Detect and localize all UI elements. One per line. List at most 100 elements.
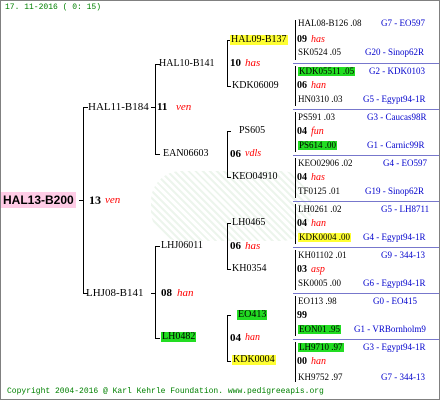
sd-breed: vdls: [245, 148, 262, 159]
ss-branch: [227, 40, 228, 86]
leaf-left[interactable]: KDK0004 .00: [298, 233, 351, 242]
pedigree-page: 17. 11-2016 ( 0: 15) HAL13-B200 13 ven H…: [0, 0, 440, 400]
leaf-right: G19 - Sinop62R: [365, 186, 425, 196]
leaf-right: G5 - LH8711: [381, 204, 430, 214]
sire-name[interactable]: HAL11-B184: [88, 102, 149, 113]
separator: [293, 155, 439, 156]
leaf-left[interactable]: EO113 .98: [298, 297, 337, 306]
leaf-right: G4 - EO597: [383, 158, 427, 168]
leaf-left[interactable]: PS614 .00: [298, 141, 338, 150]
dsd-gen: 03: [297, 264, 307, 275]
ddd-name[interactable]: KDK0004: [232, 355, 276, 365]
root-name[interactable]: HAL13-B200: [1, 192, 76, 208]
sss-gen: 09: [297, 34, 307, 45]
leaf-right: G7 - 344-13: [381, 372, 425, 382]
leaf-branch: [295, 66, 296, 106]
sire-gen: 11: [157, 101, 168, 113]
separator: [293, 339, 439, 340]
tick: [227, 177, 231, 178]
leaf-right: G3 - Caucas98R: [367, 112, 427, 122]
leaf-left[interactable]: LH9710 .97: [298, 343, 344, 352]
leaf-branch: [295, 112, 296, 152]
separator: [293, 293, 439, 294]
sdd-name[interactable]: KEO04910: [232, 172, 278, 182]
leaf-right: G5 - Egypt94-1R: [363, 94, 426, 104]
dam-breed: han: [177, 287, 194, 299]
sd-name[interactable]: EAN06603: [163, 149, 209, 159]
sd-branch: [227, 131, 228, 177]
ds-name[interactable]: LHJ06011: [161, 241, 203, 251]
leaf-right: G6 - Egypt94-1R: [363, 278, 426, 288]
leaf-right: G3 - Egypt94-1R: [363, 342, 426, 352]
leaf-left[interactable]: KH01102 .01: [298, 251, 347, 260]
ss-gen: 10: [230, 57, 241, 69]
leaf-left[interactable]: SK0005 .00: [298, 279, 341, 288]
leaf-left[interactable]: SK0524 .05: [298, 48, 341, 57]
leaf-right: G1 - VRBornholm9: [354, 324, 426, 334]
leaf-right: G9 - 344-13: [381, 250, 425, 260]
dss-name[interactable]: LH0465: [232, 218, 265, 228]
ss-breed: has: [245, 57, 261, 69]
tick: [227, 315, 231, 316]
sds-name[interactable]: PS605: [239, 126, 265, 136]
leaf-left[interactable]: KEO02906 .02: [298, 159, 353, 168]
dam-gen: 08: [161, 287, 172, 299]
tick: [227, 131, 231, 132]
dd-connector: [155, 338, 160, 339]
leaf-left[interactable]: LH0261 .02: [298, 205, 342, 214]
sds-gen: 04: [297, 126, 307, 137]
ddd-breed: han: [311, 356, 326, 367]
tick: [227, 223, 231, 224]
sd-connector: [155, 154, 160, 155]
tick: [227, 269, 231, 270]
dds-name[interactable]: EO413: [237, 310, 268, 320]
dam-branch: [155, 246, 156, 338]
dsd-name[interactable]: KH0354: [232, 264, 266, 274]
root-breed: ven: [105, 194, 121, 206]
ssd-gen: 06: [297, 80, 307, 91]
dds-gen: 99: [297, 310, 307, 321]
leaf-left[interactable]: HN0310 .03: [298, 95, 343, 104]
sss-name[interactable]: HAL09-B137: [230, 35, 288, 45]
dd-breed: han: [245, 332, 260, 343]
leaf-right: G0 - EO415: [373, 296, 417, 306]
leaf-right: G4 - Egypt94-1R: [363, 232, 426, 242]
leaf-left[interactable]: PS591 .03: [298, 113, 335, 122]
dam-branch-h: [151, 293, 156, 294]
sdd-breed: has: [311, 172, 325, 183]
leaf-right: G7 - EO597: [381, 18, 425, 28]
leaf-branch: [295, 342, 296, 382]
leaf-left[interactable]: TF0125 .01: [298, 187, 340, 196]
separator: [293, 201, 439, 202]
sd-gen: 06: [230, 148, 241, 160]
leaf-left[interactable]: HAL08-B126 .08: [298, 19, 362, 28]
ssd-name[interactable]: KDK06009: [232, 81, 279, 91]
ss-name[interactable]: HAL10-B141: [159, 59, 215, 69]
dd-name[interactable]: LH0482: [161, 332, 197, 342]
dd-gen: 04: [230, 332, 241, 344]
leaf-left[interactable]: EON01 .95: [298, 325, 341, 334]
leaf-right: G1 - Carnic99R: [367, 140, 425, 150]
leaf-left[interactable]: KDK05511 .05: [298, 67, 356, 76]
leaf-branch: [295, 296, 296, 336]
tick: [227, 361, 231, 362]
ds-connector: [155, 246, 160, 247]
ds-branch: [227, 223, 228, 269]
ddd-gen: 00: [297, 356, 307, 367]
leaf-branch: [295, 250, 296, 290]
sire-branch-h: [151, 107, 156, 108]
dam-name[interactable]: LHJ08-B141: [86, 288, 143, 299]
sire-branch: [155, 64, 156, 154]
sdd-gen: 04: [297, 172, 307, 183]
ds-gen: 06: [230, 240, 241, 252]
leaf-branch: [295, 204, 296, 244]
leaf-branch: [295, 158, 296, 198]
sss-breed: has: [311, 34, 325, 45]
separator: [293, 247, 439, 248]
dsd-breed: asp: [311, 264, 325, 275]
watermark: [151, 171, 311, 241]
sire-breed: ven: [176, 101, 192, 113]
leaf-branch: [295, 20, 296, 60]
leaf-left[interactable]: KH9752 .97: [298, 373, 343, 382]
date-stamp: 17. 11-2016 ( 0: 15): [5, 3, 102, 12]
